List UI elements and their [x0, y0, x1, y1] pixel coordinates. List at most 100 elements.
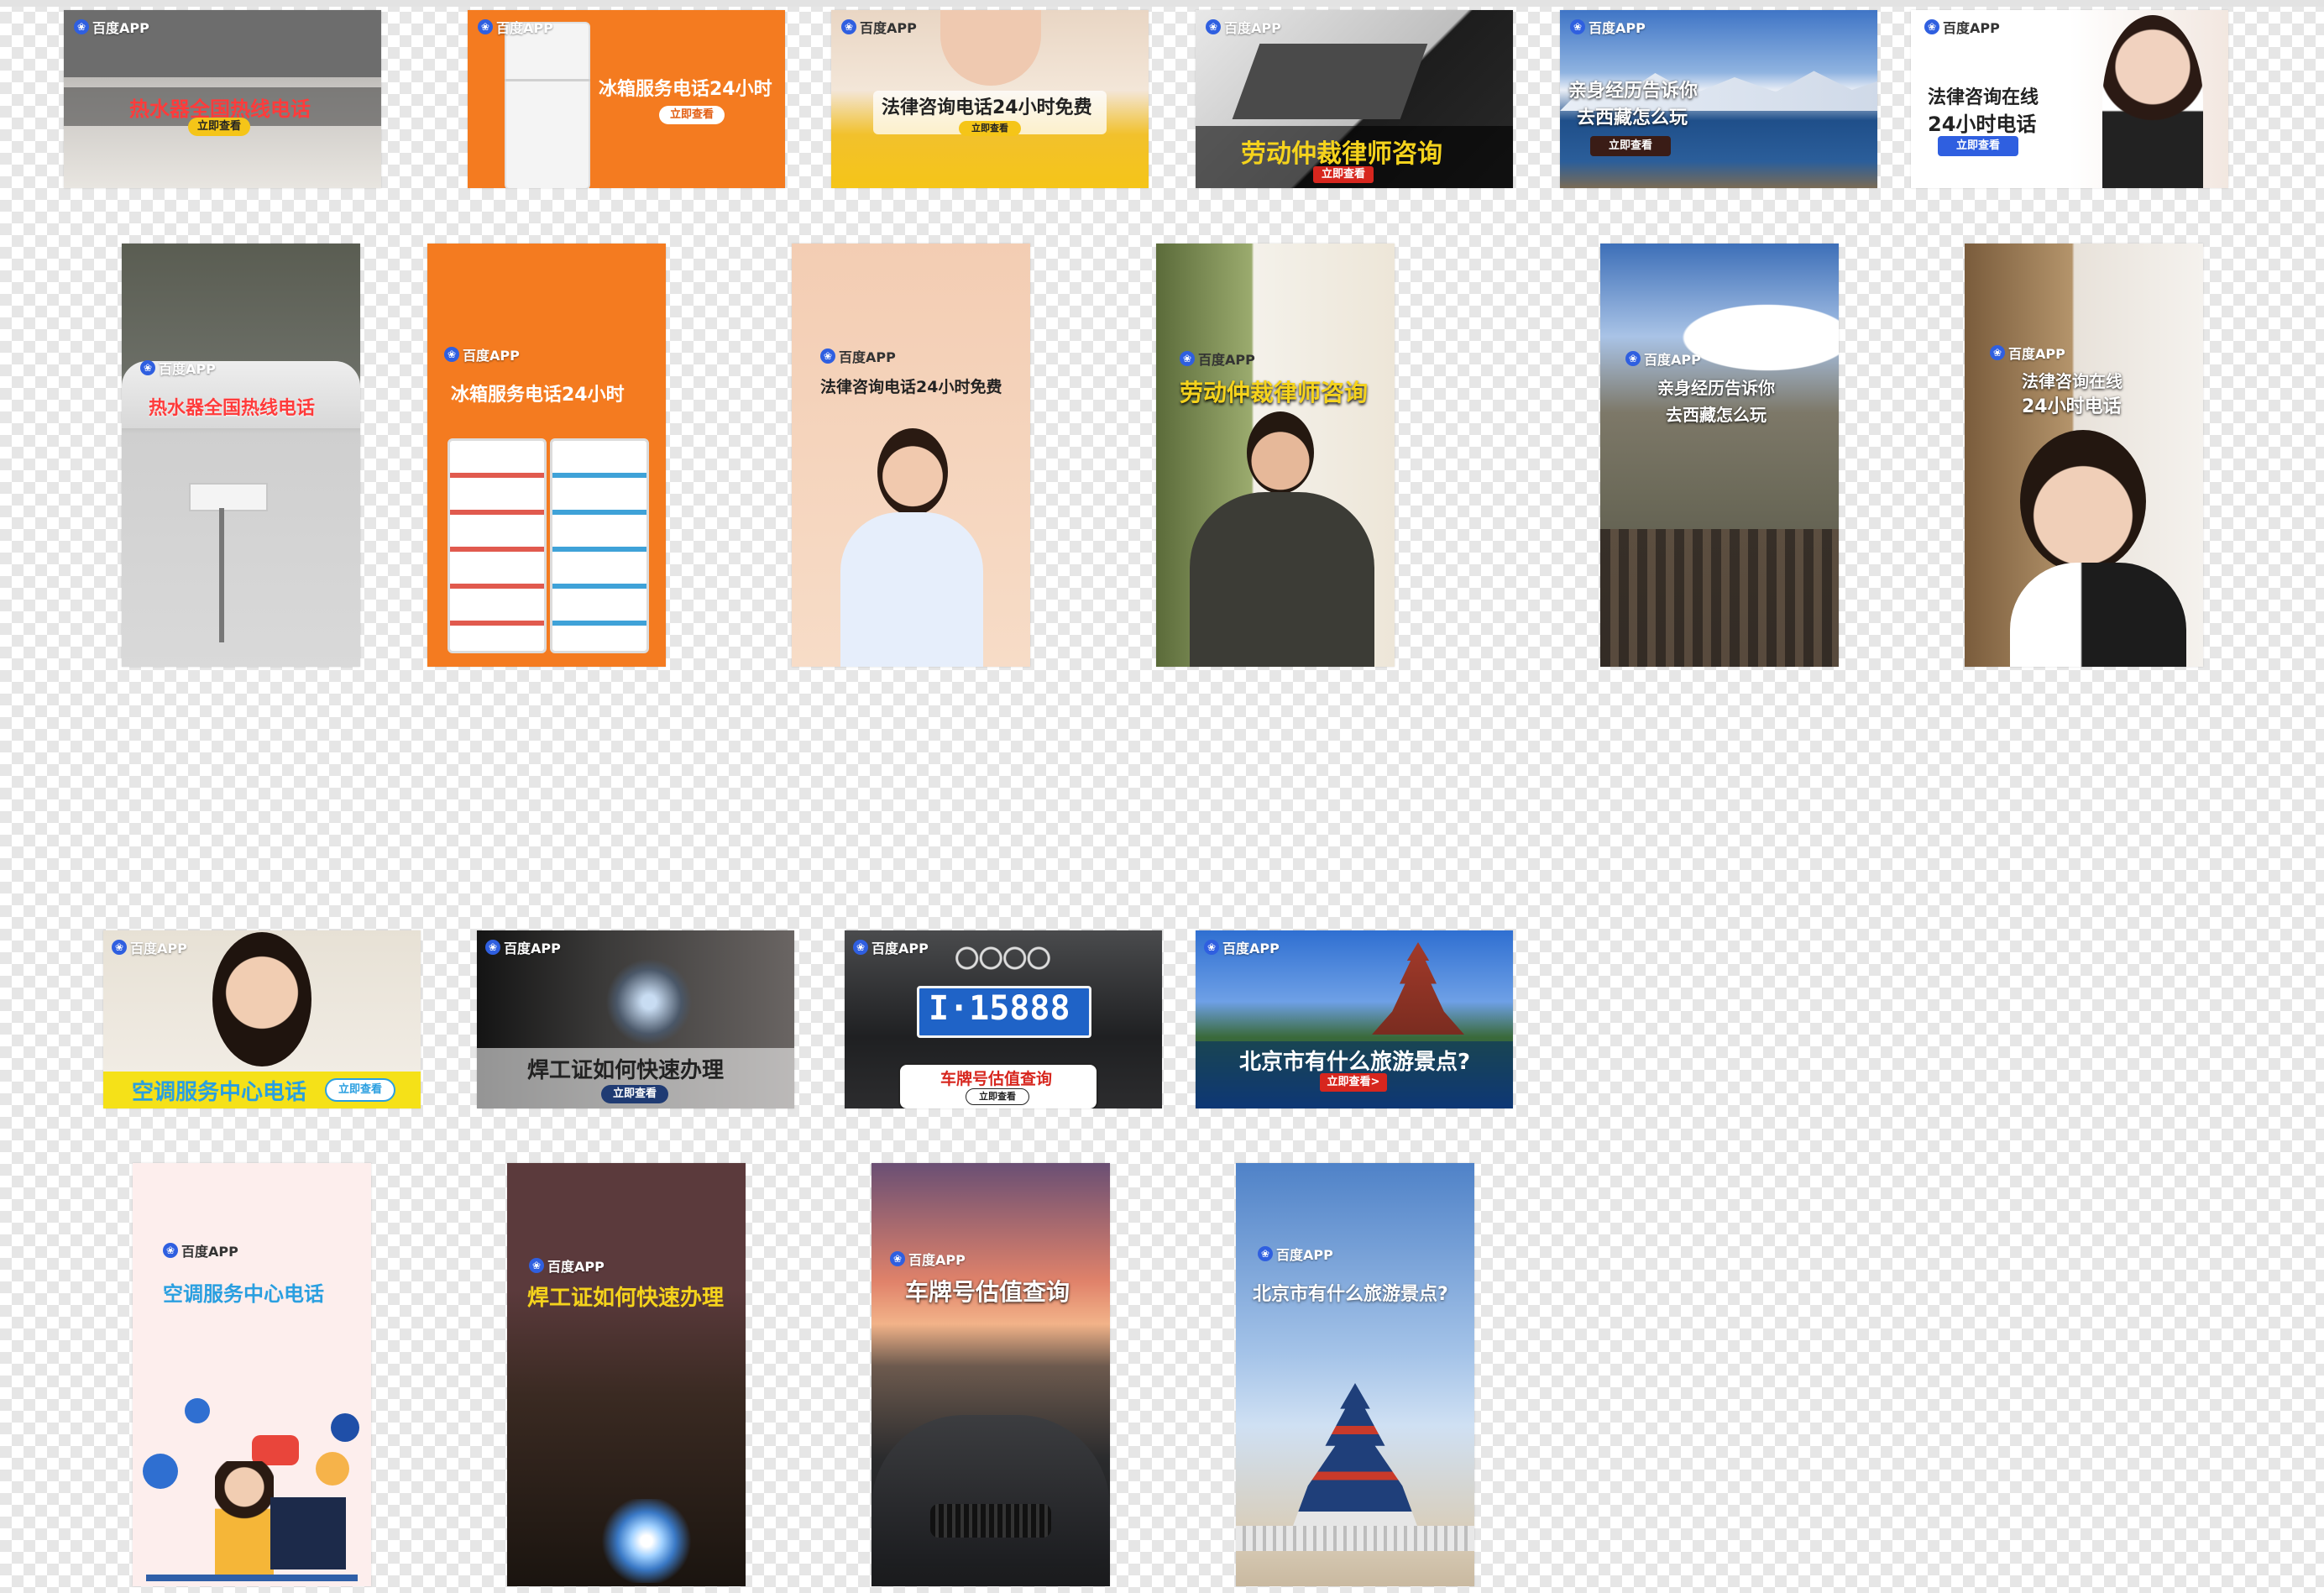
paw-icon: ❀ [1570, 19, 1585, 34]
paw-icon: ❀ [1924, 19, 1939, 34]
baidu-logo: ❀ 百度APP [1570, 17, 1646, 37]
ad-title: 空调服务中心电话 [132, 1080, 307, 1105]
car-grille-shape [930, 1504, 1051, 1538]
license-plate-text: I·15888 [929, 989, 1070, 1028]
view-now-button[interactable]: 立即查看 [1590, 136, 1671, 156]
ad-title: 冰箱服务电话24小时 [599, 79, 772, 100]
ad-title: 焊工证如何快速办理 [527, 1286, 725, 1311]
terrace-shape [1236, 1526, 1474, 1551]
baidu-logo: ❀ 百度APP [444, 344, 520, 364]
fridge-door-line [505, 79, 590, 81]
face-shape [940, 10, 1041, 86]
car-logo-rings [955, 946, 1051, 971]
ad-banner-ac-service[interactable]: ❀ 百度APP 空调服务中心电话 立即查看 [103, 930, 421, 1108]
baidu-logo: ❀ 百度APP [1206, 17, 1281, 37]
spark-shape [603, 947, 695, 1056]
paw-icon: ❀ [1625, 351, 1641, 366]
yak-herd-shape [1600, 529, 1839, 667]
baidu-logo: ❀ 百度APP [163, 1240, 238, 1260]
paw-icon: ❀ [841, 19, 856, 34]
face-shape [2020, 430, 2146, 573]
ad-banner-water-heater[interactable]: ❀ 百度APP 热水器全国热线电话 立即查看 [64, 10, 381, 188]
baidu-logo: ❀ 百度APP [1180, 348, 1255, 369]
ad-banner-fridge[interactable]: ❀ 百度APP 冰箱服务电话24小时 立即查看 [468, 10, 785, 188]
view-now-button[interactable]: 立即查看 [959, 121, 1021, 136]
ad-title-line2: 去西藏怎么玩 [1666, 405, 1767, 425]
ad-title: 北京市有什么旅游景点? [1239, 1050, 1471, 1075]
laptop-shape [1232, 44, 1428, 119]
view-now-button[interactable]: 立即查看 [659, 106, 725, 124]
ad-vertical-legal-online[interactable]: ❀ 百度APP 法律咨询在线 24小时电话 [1965, 244, 2203, 667]
ad-banner-welder[interactable]: ❀ 百度APP 焊工证如何快速办理 立即查看 [477, 930, 794, 1108]
operator-face-shape [212, 932, 311, 1066]
baidu-logo: ❀ 百度APP [529, 1255, 605, 1276]
ad-vertical-plate-value[interactable]: ❀ 百度APP 车牌号估值查询 [872, 1163, 1110, 1586]
ad-vertical-tibet[interactable]: ❀ 百度APP 亲身经历告诉你 去西藏怎么玩 [1600, 244, 1839, 667]
ad-vertical-water-heater[interactable]: ❀ 百度APP 热水器全国热线电话 [122, 244, 360, 667]
ad-title: 劳动仲裁律师咨询 [1180, 379, 1369, 406]
ad-title: 劳动仲裁律师咨询 [1241, 139, 1442, 169]
paw-icon: ❀ [163, 1243, 178, 1258]
baidu-logo: ❀ 百度APP [485, 937, 561, 957]
ad-banner-labor-lawyer[interactable]: ❀ 百度APP 劳动仲裁律师咨询 立即查看 [1196, 10, 1513, 188]
ad-vertical-ac-service[interactable]: ❀ 百度APP 空调服务中心电话 [133, 1163, 371, 1586]
ad-title-line2: 24小时电话 [1928, 113, 2037, 136]
ad-banner-legal-online[interactable]: ❀ 百度APP 法律咨询在线 24小时电话 立即查看 [1911, 10, 2228, 188]
ad-vertical-welder[interactable]: ❀ 百度APP 焊工证如何快速办理 [507, 1163, 746, 1586]
ad-title-line1: 亲身经历告诉你 [1568, 81, 1699, 102]
ad-banner-beijing-travel[interactable]: ❀ 百度APP 北京市有什么旅游景点? 立即查看> [1196, 930, 1513, 1108]
fridge-shape [505, 22, 590, 188]
baidu-logo: ❀ 百度APP [140, 358, 216, 378]
fridge-right-door [550, 438, 649, 653]
baidu-logo: ❀ 百度APP [74, 17, 149, 37]
ad-vertical-labor-lawyer[interactable]: ❀ 百度APP 劳动仲裁律师咨询 [1156, 244, 1395, 667]
uniform-shape [2010, 563, 2186, 667]
ad-vertical-legal-free[interactable]: ❀ 百度APP 法律咨询电话24小时免费 [792, 244, 1030, 667]
view-now-button[interactable]: 立即查看 [966, 1088, 1029, 1105]
paw-icon: ❀ [1206, 19, 1221, 34]
paw-icon: ❀ [478, 19, 493, 34]
view-now-button[interactable]: 立即查看 [1313, 166, 1374, 183]
ad-vertical-beijing-travel[interactable]: ❀ 百度APP 北京市有什么旅游景点? [1236, 1163, 1474, 1586]
top-edge [0, 0, 2324, 7]
view-now-button[interactable]: 立即查看> [1320, 1073, 1387, 1092]
pipe-shape [219, 508, 224, 642]
ad-banner-tibet[interactable]: ❀ 百度APP 亲身经历告诉你 去西藏怎么玩 立即查看 [1560, 10, 1877, 188]
ad-vertical-fridge[interactable]: ❀ 百度APP 冰箱服务电话24小时 [427, 244, 666, 667]
baidu-logo: ❀ 百度APP [478, 17, 553, 37]
paw-icon: ❀ [140, 360, 155, 375]
paw-icon: ❀ [112, 940, 127, 955]
paw-icon: ❀ [74, 19, 89, 34]
view-now-button[interactable]: 立即查看 [325, 1078, 395, 1102]
view-now-button[interactable]: 立即查看 [601, 1085, 668, 1103]
ad-title-line2: 去西藏怎么玩 [1577, 107, 1688, 128]
ad-title-line2: 24小时电话 [2022, 396, 2122, 417]
baidu-logo: ❀ 百度APP [112, 937, 187, 957]
paw-icon: ❀ [890, 1251, 905, 1266]
face-shape [877, 428, 948, 516]
ad-title: 空调服务中心电话 [163, 1282, 324, 1306]
ad-title-line1: 法律咨询在线 [1928, 87, 2039, 108]
paw-icon: ❀ [1180, 351, 1195, 366]
view-now-button[interactable]: 立即查看 [1938, 136, 2018, 156]
ad-title: 冰箱服务电话24小时 [451, 385, 625, 406]
ad-title: 热水器全国热线电话 [149, 398, 316, 419]
paw-icon: ❀ [853, 940, 868, 955]
ad-banner-plate-value[interactable]: I·15888 ❀ 百度APP 车牌号估值查询 立即查看 [845, 930, 1162, 1108]
pagoda-shape [1372, 942, 1464, 1035]
paw-icon: ❀ [1204, 940, 1219, 955]
view-now-button[interactable]: 立即查看 [188, 118, 250, 136]
question-icon [331, 1413, 359, 1442]
baidu-logo: ❀ 百度APP [841, 17, 917, 37]
paw-icon: ❀ [820, 348, 835, 364]
baidu-logo: ❀ 百度APP [820, 346, 896, 366]
baidu-logo: ❀ 百度APP [1204, 937, 1280, 957]
operator-shape [2102, 15, 2203, 188]
baidu-logo: ❀ 百度APP [1990, 343, 2065, 363]
baidu-logo: ❀ 百度APP [1258, 1244, 1333, 1264]
paw-icon: ❀ [1258, 1246, 1273, 1261]
ad-title-line1: 亲身经历告诉你 [1657, 378, 1775, 398]
ad-banner-legal-free[interactable]: ❀ 百度APP 法律咨询电话24小时免费 立即查看 [831, 10, 1149, 188]
valve-shape [189, 483, 268, 511]
baidu-logo: ❀ 百度APP [1625, 348, 1701, 369]
